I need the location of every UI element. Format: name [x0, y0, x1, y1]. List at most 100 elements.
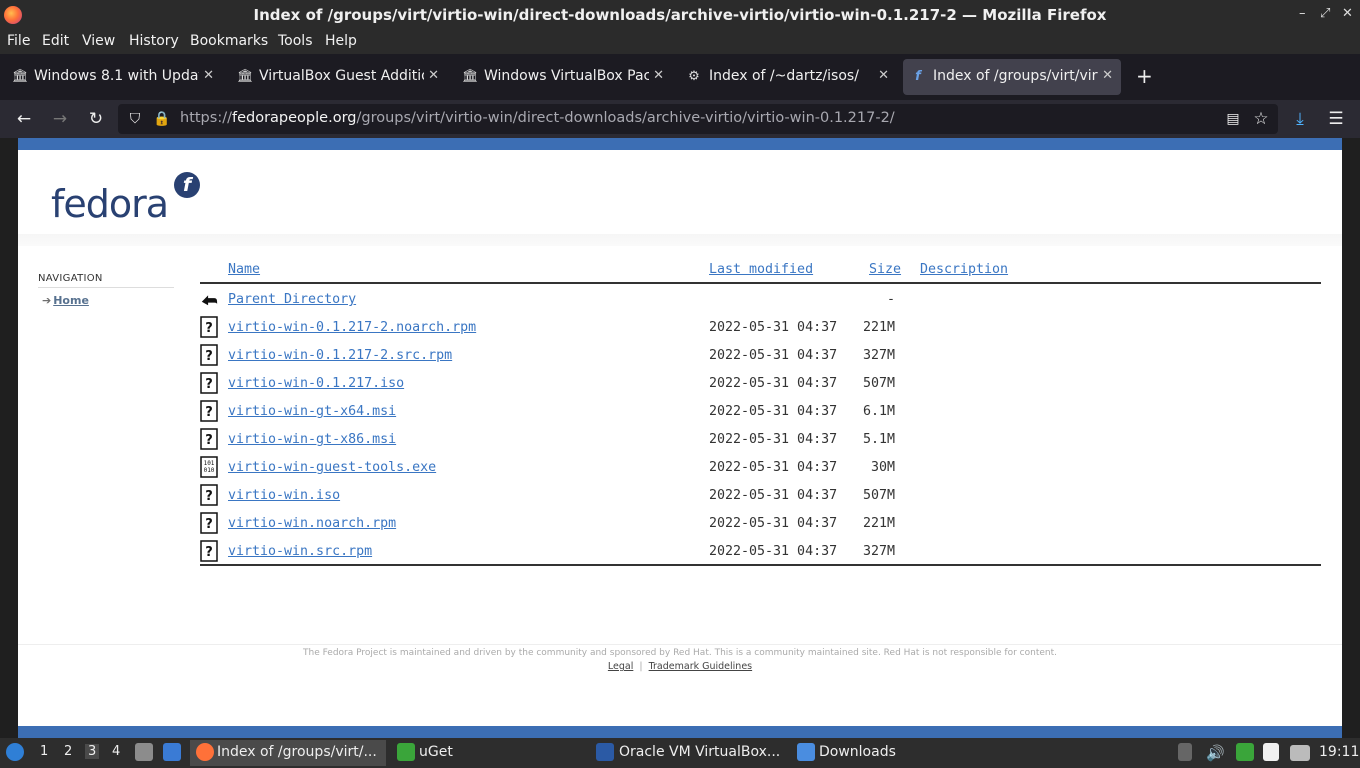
clock[interactable]: 19:11 — [1319, 744, 1359, 760]
forward-icon[interactable]: → — [49, 108, 71, 130]
start-menu-icon[interactable] — [6, 743, 24, 761]
url-path: /groups/virt/virtio-win/direct-downloads… — [356, 110, 895, 126]
nav-title: NAVIGATION — [38, 273, 103, 284]
file-link[interactable]: virtio-win-gt-x64.msi — [228, 404, 396, 419]
show-desktop-icon[interactable] — [163, 743, 181, 761]
menu-edit[interactable]: Edit — [42, 33, 69, 49]
nav-home-link[interactable]: Home — [53, 294, 89, 307]
tab-label: Index of /groups/virt/virtio — [933, 68, 1098, 84]
tab-virtualbox-guest[interactable]: 🏛 VirtualBox Guest Additions ✕ — [229, 59, 447, 95]
close-button[interactable]: ✕ — [1342, 6, 1353, 21]
file-link[interactable]: virtio-win-0.1.217-2.noarch.rpm — [228, 320, 476, 335]
pillar-icon: 🏛 — [237, 69, 254, 84]
file-link[interactable]: virtio-win-gt-x86.msi — [228, 432, 396, 447]
file-modified: 2022-05-31 04:37 — [709, 516, 838, 531]
parent-directory-link[interactable]: Parent Directory — [228, 292, 356, 307]
menu-file[interactable]: File — [7, 33, 30, 49]
workspace-4[interactable]: 4 — [112, 744, 120, 759]
tab-dartz-isos[interactable]: ⚙ Index of /~dartz/isos/ ✕ — [679, 59, 897, 95]
file-modified: 2022-05-31 04:37 — [709, 404, 838, 419]
svg-text:?: ? — [205, 349, 213, 364]
back-folder-icon — [201, 295, 218, 306]
tab-label: Windows 8.1 with Update — [34, 68, 199, 84]
column-name-header[interactable]: Name — [228, 262, 260, 277]
menu-view[interactable]: View — [82, 33, 115, 49]
file-link[interactable]: virtio-win-0.1.217-2.src.rpm — [228, 348, 452, 363]
maximize-button[interactable]: ⤢ — [1320, 6, 1330, 21]
network-icon[interactable] — [1290, 745, 1310, 761]
tray-uget-icon[interactable] — [1236, 743, 1254, 761]
workspace-3[interactable]: 3 — [85, 744, 100, 759]
file-manager-icon[interactable] — [135, 743, 153, 761]
footer-link-separator: | — [639, 661, 643, 672]
bottom-stripe — [18, 726, 1342, 738]
footer-links: Legal | Trademark Guidelines — [18, 661, 1342, 672]
workspace-2[interactable]: 2 — [64, 744, 72, 759]
legal-link[interactable]: Legal — [608, 661, 633, 672]
lock-icon[interactable]: 🔒 — [151, 108, 173, 130]
header-separator — [18, 234, 1342, 246]
tab-close-icon[interactable]: ✕ — [653, 68, 664, 83]
unknown-file-icon: ? — [200, 428, 218, 450]
tab-bar: 🏛 Windows 8.1 with Update ✕ 🏛 VirtualBox… — [0, 54, 1360, 100]
workspace-1[interactable]: 1 — [40, 744, 48, 759]
file-link[interactable]: virtio-win.src.rpm — [228, 544, 372, 559]
svg-text:?: ? — [205, 321, 213, 336]
reload-icon[interactable]: ↻ — [85, 108, 107, 130]
file-link[interactable]: virtio-win.iso — [228, 488, 340, 503]
downloads-icon[interactable]: ⤓ — [1289, 108, 1311, 130]
fedora-logo-text[interactable]: fedora — [51, 182, 169, 226]
menu-bookmarks[interactable]: Bookmarks — [190, 33, 268, 49]
tab-close-icon[interactable]: ✕ — [1102, 68, 1113, 83]
tab-virtio-active[interactable]: f Index of /groups/virt/virtio ✕ — [903, 59, 1121, 95]
tab-windows-81[interactable]: 🏛 Windows 8.1 with Update ✕ — [4, 59, 222, 95]
file-size: 507M — [862, 376, 895, 391]
fedora-logo-icon[interactable]: f — [174, 172, 200, 198]
file-row: ? virtio-win-0.1.217-2.src.rpm 2022-05-3… — [200, 344, 1321, 376]
file-link[interactable]: virtio-win-0.1.217.iso — [228, 376, 404, 391]
reader-view-icon[interactable]: ▤ — [1222, 108, 1244, 130]
task-virtualbox-label[interactable]: Oracle VM VirtualBox... — [619, 744, 780, 760]
folder-icon — [797, 743, 815, 761]
tab-close-icon[interactable]: ✕ — [203, 68, 214, 83]
shield-icon[interactable]: ⛉ — [124, 108, 146, 130]
column-description-header[interactable]: Description — [920, 262, 1008, 277]
menu-tools[interactable]: Tools — [278, 33, 313, 49]
svg-text:010: 010 — [204, 467, 215, 474]
url-text[interactable]: https://fedorapeople.org/groups/virt/vir… — [180, 110, 895, 126]
menu-hamburger-icon[interactable]: ☰ — [1325, 108, 1347, 130]
footer-text: The Fedora Project is maintained and dri… — [303, 648, 1057, 658]
url-domain: fedorapeople.org — [231, 110, 357, 126]
column-modified-header[interactable]: Last modified — [709, 262, 813, 277]
trademark-link[interactable]: Trademark Guidelines — [649, 661, 753, 672]
menu-help[interactable]: Help — [325, 33, 357, 49]
file-size: 327M — [862, 348, 895, 363]
minimize-button[interactable]: – — [1299, 6, 1306, 21]
firefox-icon — [196, 743, 214, 761]
back-icon[interactable]: ← — [13, 108, 35, 130]
tab-close-icon[interactable]: ✕ — [428, 68, 439, 83]
volume-icon[interactable]: 🔊 — [1206, 744, 1225, 762]
unknown-file-icon: ? — [200, 400, 218, 422]
tab-close-icon[interactable]: ✕ — [878, 68, 889, 83]
clipboard-icon[interactable] — [1263, 743, 1279, 761]
file-size: - — [886, 292, 895, 307]
tray-upload-icon[interactable] — [1178, 743, 1192, 761]
column-size-header[interactable]: Size — [869, 262, 901, 277]
bookmark-star-icon[interactable]: ☆ — [1250, 108, 1272, 130]
task-uget-label[interactable]: uGet — [419, 744, 453, 760]
menu-history[interactable]: History — [129, 33, 179, 49]
file-size: 6.1M — [862, 404, 895, 419]
file-link[interactable]: virtio-win.noarch.rpm — [228, 516, 396, 531]
file-modified: 2022-05-31 04:37 — [709, 460, 838, 475]
top-stripe — [18, 138, 1342, 150]
svg-text:101: 101 — [204, 460, 215, 467]
file-link[interactable]: virtio-win-guest-tools.exe — [228, 460, 436, 475]
new-tab-button[interactable]: + — [1136, 64, 1153, 88]
task-downloads-label[interactable]: Downloads — [819, 744, 896, 760]
header-rule — [200, 282, 1321, 284]
virtualbox-icon — [596, 743, 614, 761]
file-size: 221M — [862, 320, 895, 335]
tab-virtualbox-pack[interactable]: 🏛 Windows VirtualBox Pack ✕ — [454, 59, 672, 95]
fedora-icon: f — [915, 69, 921, 84]
